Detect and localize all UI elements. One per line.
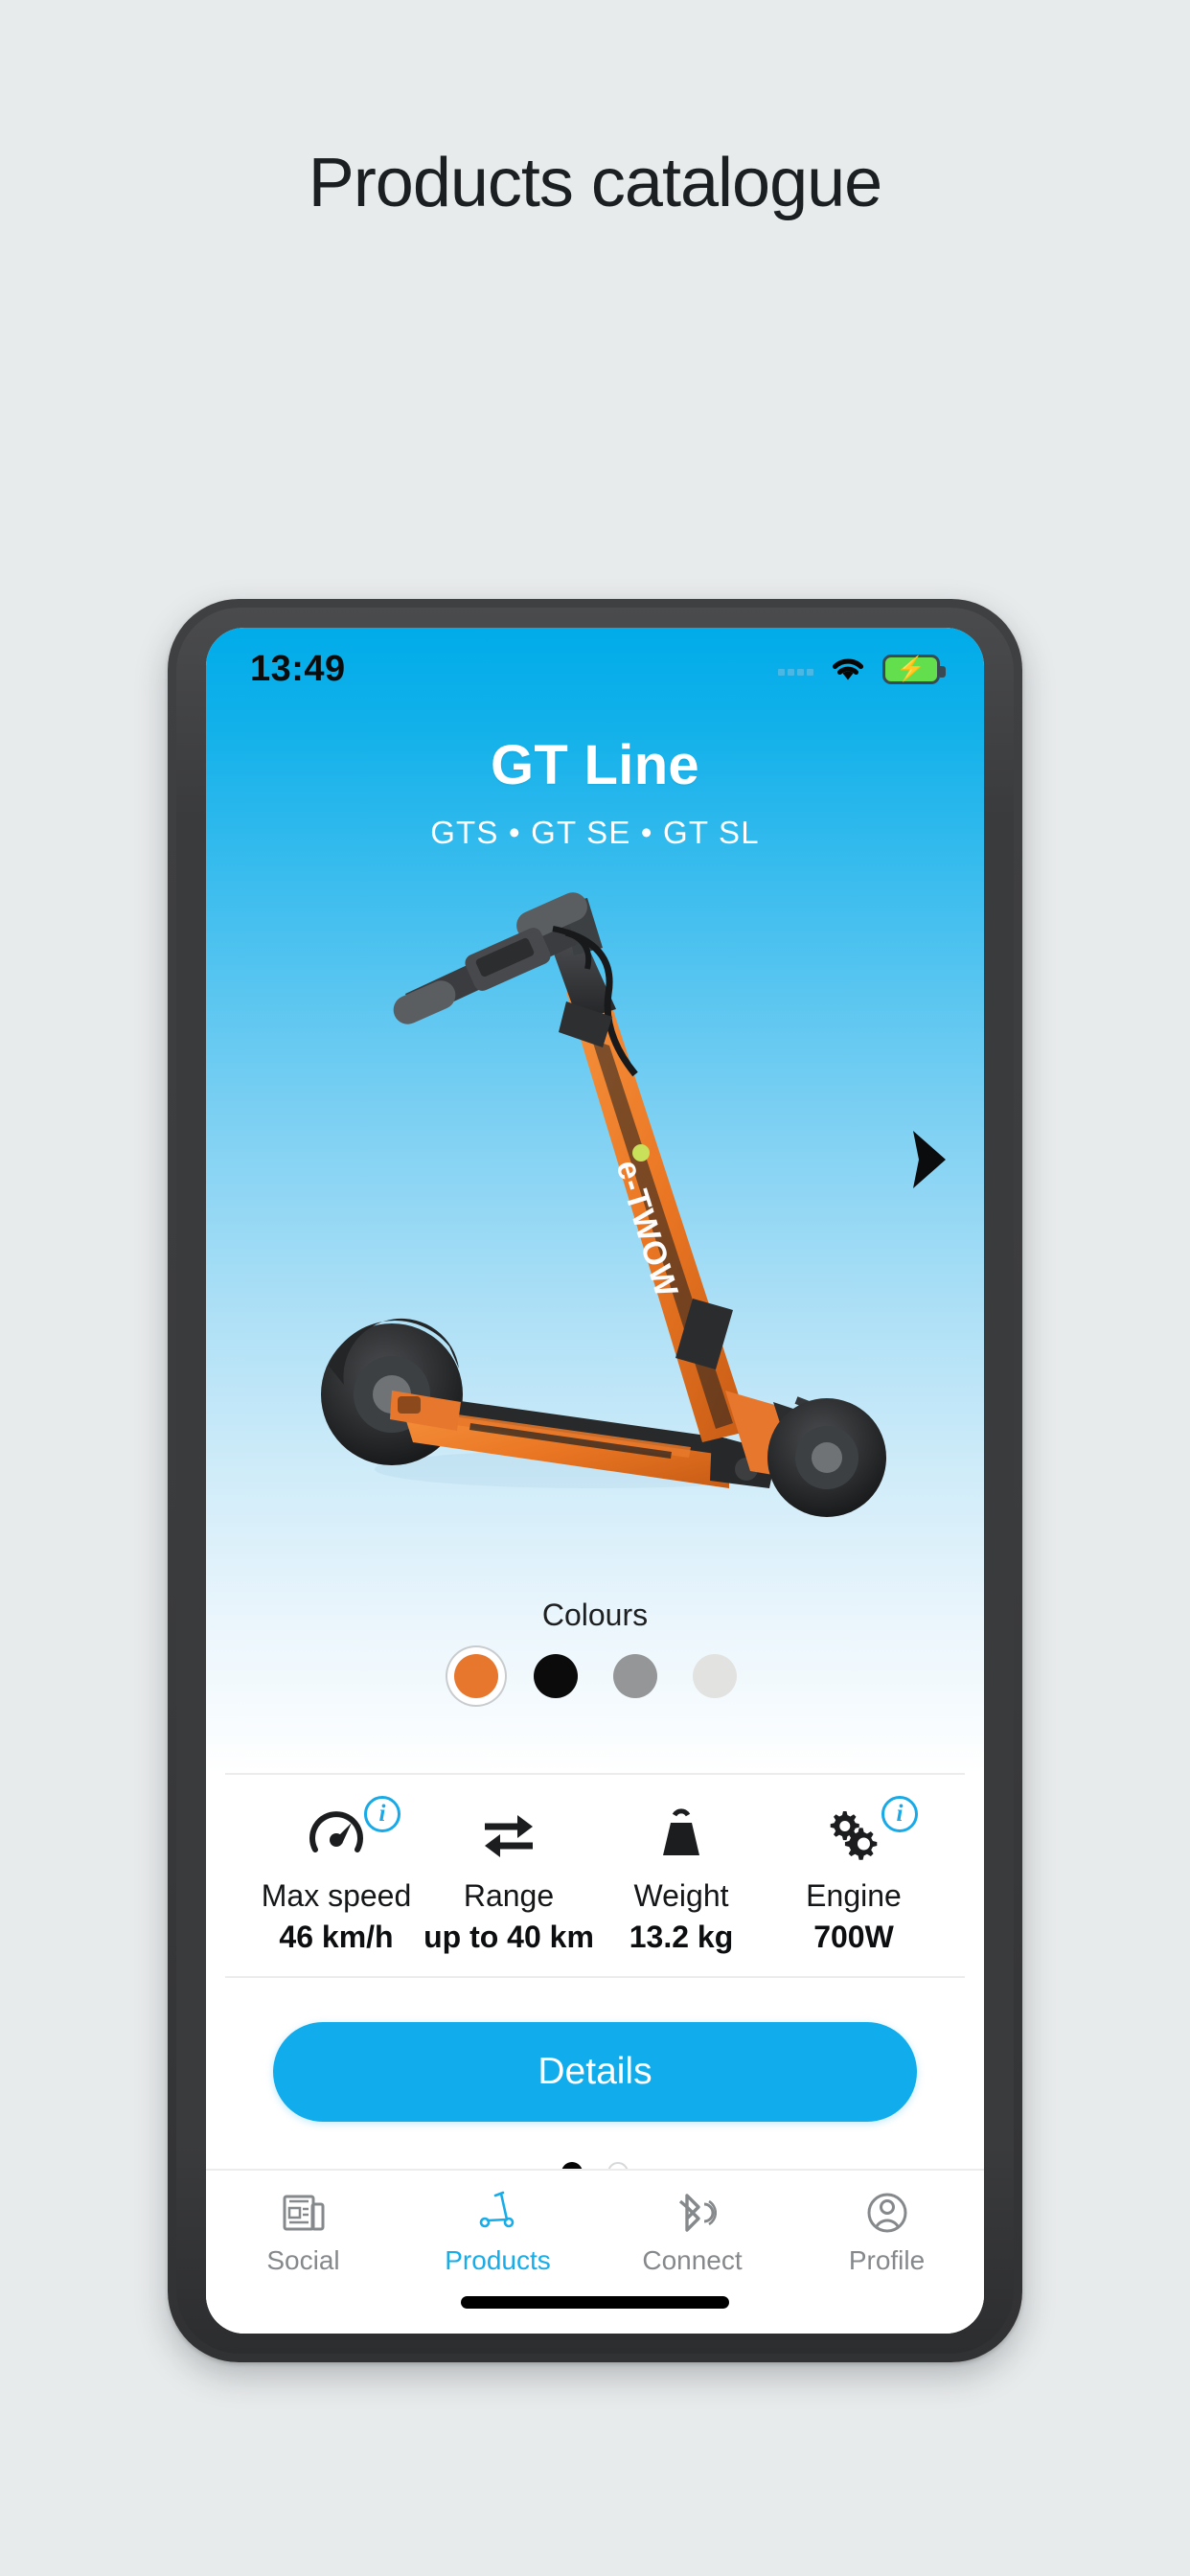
orange-electric-scooter-image: e-TWOW [321, 892, 886, 1517]
scooter-icon [479, 2191, 514, 2228]
info-badge-max-speed[interactable]: i [364, 1796, 400, 1832]
spec-weight: Weight 13.2 kg [595, 1800, 767, 1955]
spec-label: Engine [806, 1878, 902, 1913]
range-arrows-icon [485, 1815, 533, 1857]
spec-icon-wrap [423, 1800, 595, 1871]
tab-icon-wrap [595, 2186, 790, 2240]
tab-profile[interactable]: Profile [790, 2186, 984, 2276]
spec-label: Weight [633, 1878, 729, 1913]
next-product-button[interactable] [888, 1107, 969, 1212]
spec-value: 13.2 kg [629, 1920, 734, 1954]
colour-swatch-grey[interactable] [612, 1654, 657, 1698]
hero-section: 13:49 ⚡ GT Line GTS • GT SE • GT SL e-TW… [206, 628, 984, 1773]
details-button[interactable]: Details [273, 2022, 917, 2122]
page-title: Products catalogue [308, 145, 882, 221]
gears-icon [830, 1811, 878, 1860]
spec-max-speed: i Max speed 46 km/h [250, 1796, 423, 1955]
bluetooth-icon [678, 2194, 717, 2232]
tab-products[interactable]: Products [400, 2186, 595, 2276]
spec-label: Max speed [261, 1878, 412, 1913]
tab-label: Social [266, 2245, 340, 2275]
colour-swatch-white[interactable] [692, 1654, 737, 1698]
newspaper-icon [283, 2195, 324, 2231]
phone-screen: 13:49 ⚡ GT Line GTS • GT SE • GT SL e-TW… [206, 628, 984, 2334]
spec-value: up to 40 km [423, 1920, 594, 1954]
info-badge-engine[interactable]: i [881, 1796, 918, 1832]
spec-icon-wrap [595, 1800, 767, 1871]
tab-list: Social Products Connect Profile [206, 2186, 984, 2276]
tab-icon-wrap [790, 2186, 984, 2240]
signal-dots-icon [778, 662, 813, 676]
phone-device-frame: 13:49 ⚡ GT Line GTS • GT SE • GT SL e-TW… [168, 599, 1022, 2362]
colour-swatch-orange[interactable] [453, 1654, 498, 1698]
colours-selector: Colours [206, 1598, 984, 1698]
colours-label: Colours [541, 1598, 649, 1632]
tab-label: Products [445, 2245, 551, 2275]
spec-engine: i Engine 700W [767, 1796, 940, 1955]
spec-label: Range [463, 1878, 555, 1913]
product-line-title: GT Line [491, 734, 699, 796]
status-bar: 13:49 ⚡ [206, 628, 984, 710]
tab-icon-wrap [400, 2186, 595, 2240]
status-time: 13:49 [250, 648, 346, 689]
status-indicators: ⚡ [778, 654, 946, 684]
tab-label: Connect [642, 2245, 743, 2275]
bottom-tab-bar: Social Products Connect Profile [206, 2169, 984, 2334]
colour-swatch-black[interactable] [533, 1654, 578, 1698]
tab-icon-wrap [206, 2186, 400, 2240]
spec-value: 700W [813, 1920, 894, 1954]
specs-row: i Max speed 46 km/h Range up to 40 km We… [225, 1773, 965, 1978]
product-image: e-TWOW [206, 829, 984, 1538]
home-indicator[interactable] [461, 2296, 729, 2309]
tab-label: Profile [848, 2245, 926, 2275]
tab-connect[interactable]: Connect [595, 2186, 790, 2276]
colour-swatches [206, 1654, 984, 1698]
weight-icon [663, 1808, 699, 1855]
spec-icon-wrap: i [767, 1796, 940, 1871]
profile-icon [867, 2193, 906, 2233]
chevron-right-icon [913, 1131, 946, 1188]
spec-range: Range up to 40 km [423, 1800, 595, 1955]
spec-value: 46 km/h [279, 1920, 394, 1954]
tab-social[interactable]: Social [206, 2186, 400, 2276]
wifi-icon [832, 658, 864, 680]
details-section: Details [206, 1978, 984, 2183]
spec-icon-wrap: i [250, 1796, 423, 1871]
battery-charging-icon: ⚡ [882, 654, 946, 684]
speedometer-icon [309, 1811, 363, 1852]
